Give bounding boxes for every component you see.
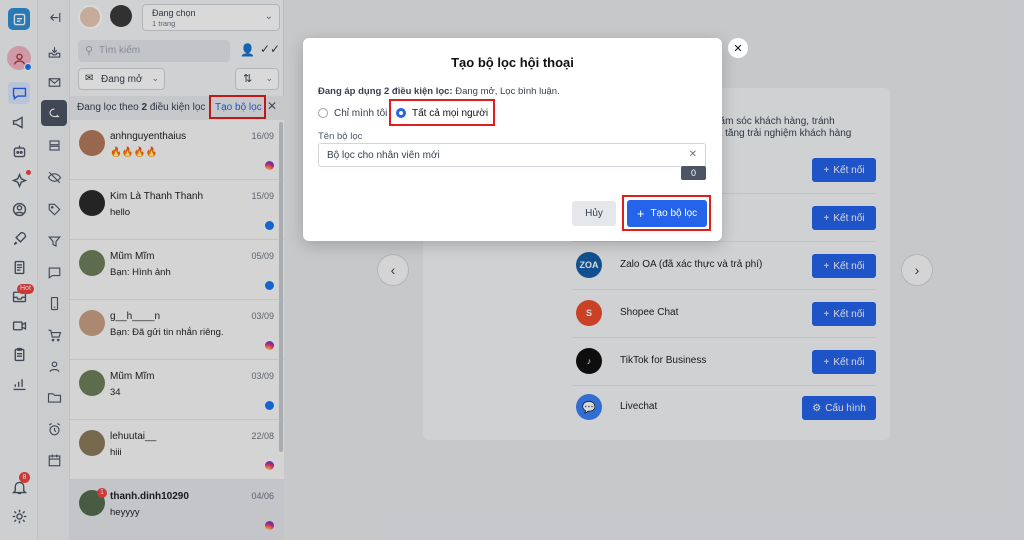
radio-only-me[interactable] bbox=[318, 108, 328, 118]
highlight-box bbox=[389, 99, 495, 126]
applied-filters: Đang áp dụng 2 điều kiện lọc: Đang mở, L… bbox=[318, 86, 560, 97]
modal-title: Tạo bộ lọc hội thoại bbox=[451, 55, 574, 70]
filter-name-input[interactable]: Bộ lọc cho nhân viên mới ✕ bbox=[318, 143, 706, 167]
create-filter-modal: Tạo bộ lọc hội thoại Đang áp dụng 2 điều… bbox=[303, 38, 722, 241]
option-only-me-label: Chỉ mình tôi bbox=[334, 108, 388, 119]
clear-icon[interactable]: ✕ bbox=[689, 149, 697, 160]
char-count: 0 bbox=[681, 166, 706, 180]
filter-name-value: Bộ lọc cho nhân viên mới bbox=[327, 150, 440, 161]
cancel-button[interactable]: Hủy bbox=[572, 201, 616, 226]
applied-label: Đang áp dụng 2 điều kiện lọc: bbox=[318, 86, 453, 97]
modal-close-icon[interactable]: ✕ bbox=[728, 38, 748, 58]
name-label: Tên bộ lọc bbox=[318, 131, 363, 142]
applied-value: Đang mở, Lọc bình luận. bbox=[452, 86, 560, 97]
highlight-box bbox=[622, 195, 711, 231]
